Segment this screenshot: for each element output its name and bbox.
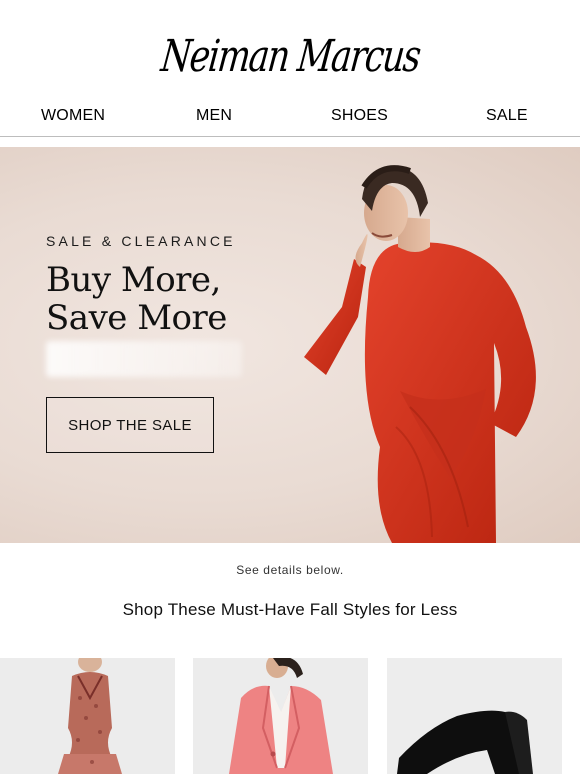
hero-title-line-2: Save More (46, 298, 227, 338)
printed-ruffle-dress-image (0, 658, 175, 774)
nav-item-sale[interactable]: SALE (486, 107, 528, 125)
product-card-blazer[interactable] (193, 658, 368, 774)
section-title: Shop These Must-Have Fall Styles for Les… (122, 600, 458, 619)
logo[interactable]: Neiman Marcus (0, 18, 580, 96)
nav-item-men[interactable]: MEN (196, 107, 232, 125)
hero-blurred-text (46, 341, 242, 377)
hero-banner[interactable]: SALE & CLEARANCE Buy More, Save More SHO… (0, 147, 580, 543)
details-note[interactable]: See details below. (0, 563, 580, 577)
hero-title: Buy More, Save More (46, 261, 227, 337)
logo-text: Neiman Marcus (158, 31, 422, 82)
product-card-mule[interactable] (387, 658, 562, 774)
nav-item-women[interactable]: WOMEN (41, 107, 105, 125)
shop-the-sale-button[interactable]: SHOP THE SALE (46, 397, 214, 453)
hero-title-line-1: Buy More, (46, 260, 221, 300)
hero-kicker: SALE & CLEARANCE (46, 233, 236, 249)
black-platform-mule-image (387, 658, 562, 774)
main-nav: WOMEN MEN SHOES SALE (0, 104, 580, 137)
nav-item-shoes[interactable]: SHOES (331, 107, 388, 125)
hero-model-image (304, 165, 536, 543)
pink-blazer-image (193, 658, 368, 774)
product-card-dress[interactable] (0, 658, 175, 774)
